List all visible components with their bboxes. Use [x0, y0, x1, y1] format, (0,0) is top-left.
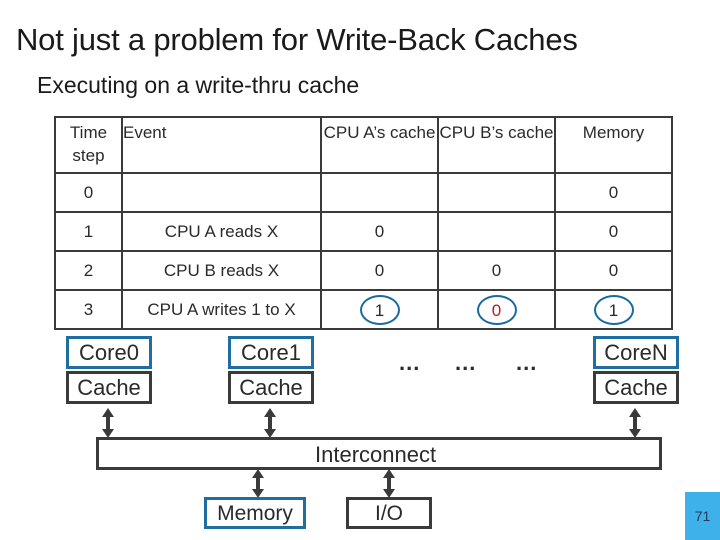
- cell-event: CPU A reads X: [121, 211, 322, 252]
- bidirectional-arrow-icon: [252, 469, 264, 498]
- ellipsis: ...: [516, 350, 538, 375]
- cell-event: CPU B reads X: [121, 250, 322, 291]
- core1-cache-box: Cache: [228, 371, 314, 404]
- cell-memory: 0: [554, 172, 673, 213]
- core0-cache-box: Cache: [66, 371, 152, 404]
- ellipsis: ...: [399, 350, 421, 375]
- bidirectional-arrow-icon: [102, 408, 114, 438]
- cell-memory: 0: [554, 211, 673, 252]
- table-header-row: Time step Event CPU A’s cache CPU B’s ca…: [54, 116, 673, 174]
- cell-memory: 1: [554, 289, 673, 330]
- table-row: 3 CPU A writes 1 to X 1 0 1: [54, 289, 673, 330]
- circled-stale-value: 0: [476, 294, 517, 325]
- table-row: 2 CPU B reads X 0 0 0: [54, 250, 673, 291]
- cell-step: 0: [54, 172, 123, 213]
- cell-cache-b: [437, 172, 556, 213]
- cell-cache-a: [320, 172, 439, 213]
- coreN-cache-box: Cache: [593, 371, 679, 404]
- slide-subtitle: Executing on a write-thru cache: [37, 72, 360, 98]
- header-memory: Memory: [554, 116, 673, 174]
- cell-cache-b: 0: [437, 289, 556, 330]
- cell-step: 1: [54, 211, 123, 252]
- bidirectional-arrow-icon: [383, 469, 395, 498]
- circled-value: 1: [593, 294, 634, 325]
- cell-cache-b: 0: [437, 250, 556, 291]
- interconnect-bus: Interconnect: [96, 437, 662, 470]
- slide-title: Not just a problem for Write-Back Caches: [16, 22, 578, 57]
- cache-trace-table: Time step Event CPU A’s cache CPU B’s ca…: [54, 116, 673, 330]
- cell-cache-b: [437, 211, 556, 252]
- cell-memory: 0: [554, 250, 673, 291]
- interconnect-label: Interconnect: [315, 442, 437, 467]
- core0-box: Core0: [66, 336, 152, 369]
- ellipsis: ...: [455, 350, 477, 375]
- cell-cache-a: 1: [320, 289, 439, 330]
- cell-event: [121, 172, 322, 213]
- header-cpu-b-cache: CPU B’s cache: [437, 116, 556, 174]
- memory-box: Memory: [204, 497, 306, 529]
- page-number-badge: 71: [685, 492, 720, 540]
- coreN-box: CoreN: [593, 336, 679, 369]
- header-event: Event: [121, 116, 322, 174]
- core1-box: Core1: [228, 336, 314, 369]
- cell-cache-a: 0: [320, 211, 439, 252]
- cell-step: 3: [54, 289, 123, 330]
- io-box: I/O: [346, 497, 432, 529]
- table-row: 0 0: [54, 172, 673, 213]
- circled-value: 1: [359, 294, 400, 325]
- bidirectional-arrow-icon: [629, 408, 641, 438]
- header-cpu-a-cache: CPU A’s cache: [320, 116, 439, 174]
- header-time-step: Time step: [54, 116, 123, 174]
- cell-cache-a: 0: [320, 250, 439, 291]
- cell-event: CPU A writes 1 to X: [121, 289, 322, 330]
- table-row: 1 CPU A reads X 0 0: [54, 211, 673, 252]
- bidirectional-arrow-icon: [264, 408, 276, 438]
- cell-step: 2: [54, 250, 123, 291]
